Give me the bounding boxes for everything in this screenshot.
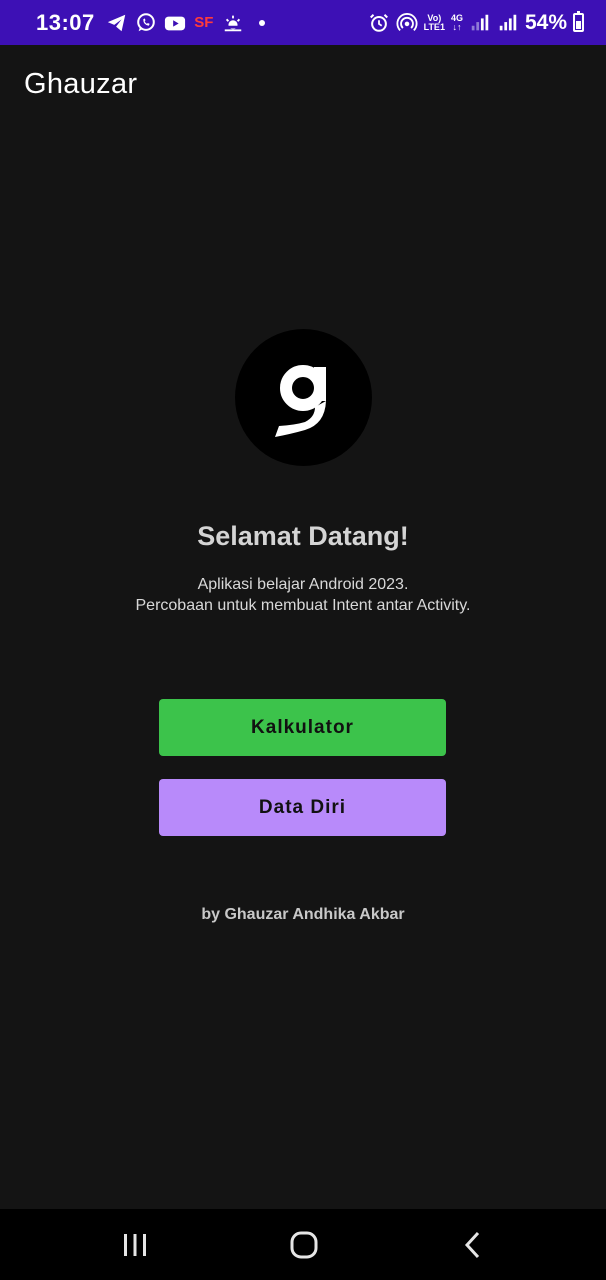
author-byline: by Ghauzar Andhika Akbar <box>201 906 405 923</box>
signal-icon <box>469 12 491 34</box>
alarm-icon <box>368 12 390 34</box>
telegram-icon <box>106 12 128 34</box>
g-logo-icon <box>235 329 372 466</box>
description-line-2: Percobaan untuk membuat Intent antar Act… <box>135 597 471 614</box>
battery-icon <box>573 11 584 32</box>
description: Aplikasi belajar Android 2023. Percobaan… <box>0 574 606 616</box>
back-icon[interactable] <box>434 1209 514 1280</box>
volte-icon: Vo) LTE1 <box>423 13 445 32</box>
hotspot-icon <box>396 12 418 34</box>
notification-dot <box>258 19 265 26</box>
status-bar-right: Vo) LTE1 4G ↓↑ 54% <box>368 11 584 35</box>
weather-icon <box>222 12 244 34</box>
4g-icon: 4G ↓↑ <box>451 13 463 32</box>
volte-bottom: LTE1 <box>423 21 445 32</box>
description-line-1: Aplikasi belajar Android 2023. <box>197 576 409 593</box>
battery-fill <box>576 20 581 29</box>
status-time: 13:07 <box>36 9 95 35</box>
youtube-icon <box>164 12 186 34</box>
recent-apps-icon[interactable] <box>95 1209 175 1280</box>
kalkulator-button[interactable]: Kalkulator <box>159 699 446 756</box>
status-bar-left: 13:07 SF <box>36 10 265 36</box>
signal-icon-2 <box>497 12 519 34</box>
status-bar: 13:07 SF Vo) LTE1 4G ↓↑ 54% <box>0 0 606 45</box>
home-icon[interactable] <box>264 1209 344 1280</box>
data-diri-button[interactable]: Data Diri <box>159 779 446 836</box>
battery-percent: 54% <box>524 10 567 34</box>
net-bottom: ↓↑ <box>452 21 462 32</box>
navigation-bar <box>0 1209 606 1280</box>
welcome-heading: Selamat Datang! <box>197 521 409 551</box>
app-title: Ghauzar <box>24 68 138 100</box>
whatsapp-icon <box>135 12 157 34</box>
sf-icon: SF <box>194 14 214 31</box>
